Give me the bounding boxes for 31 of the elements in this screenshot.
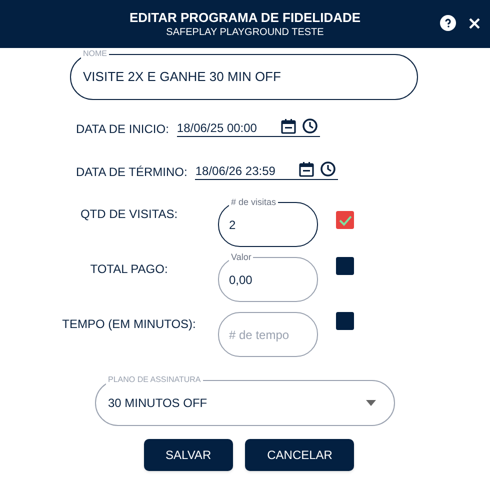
criterion-label: QTD DE VISITAS:: [80, 206, 178, 222]
field-value: 2: [229, 216, 236, 234]
calendar-icon[interactable]: [280, 118, 296, 134]
field-label: PLANO DE ASSINATURA: [106, 374, 203, 386]
select-value: 30 MINUTOS OFF: [108, 395, 208, 412]
field-value: 0,00: [229, 272, 252, 288]
checkbox[interactable]: [336, 257, 354, 275]
date-label: DATA DE INICIO:: [76, 121, 169, 137]
clock-icon[interactable]: [302, 118, 318, 134]
field-placeholder: # de tempo: [229, 326, 290, 344]
clock-icon[interactable]: [320, 161, 336, 177]
field-label: NOME: [81, 48, 109, 60]
field-label: Valor: [229, 251, 254, 263]
dialog-subtitle: SAFEPLAY PLAYGROUND TESTE: [166, 26, 324, 38]
criterion-label: TEMPO (EM MINUTOS):: [62, 316, 196, 332]
close-icon[interactable]: [468, 17, 481, 30]
calendar-icon[interactable]: [299, 161, 314, 177]
field-value: VISITE 2X E GANHE 30 MIN OFF: [83, 68, 281, 86]
dialog-title: EDITAR PROGRAMA DE FIDELIDADE: [129, 10, 361, 26]
checkbox[interactable]: [336, 312, 354, 330]
dialog-button[interactable]: CANCELAR: [245, 439, 354, 471]
date-time-field[interactable]: 18/06/25 00:00: [176, 118, 320, 137]
criterion-label: TOTAL PAGO:: [90, 261, 168, 277]
field-label: # de visitas: [229, 196, 278, 208]
dropdown-caret-icon: [366, 400, 376, 406]
help-icon[interactable]: [440, 15, 456, 31]
checkbox[interactable]: [336, 211, 354, 229]
dialog-button[interactable]: SALVAR: [144, 439, 234, 471]
date-time-field[interactable]: 18/06/26 23:59: [195, 161, 338, 180]
check-icon: [338, 214, 352, 226]
date-label: DATA DE TÉRMINO:: [76, 164, 188, 180]
